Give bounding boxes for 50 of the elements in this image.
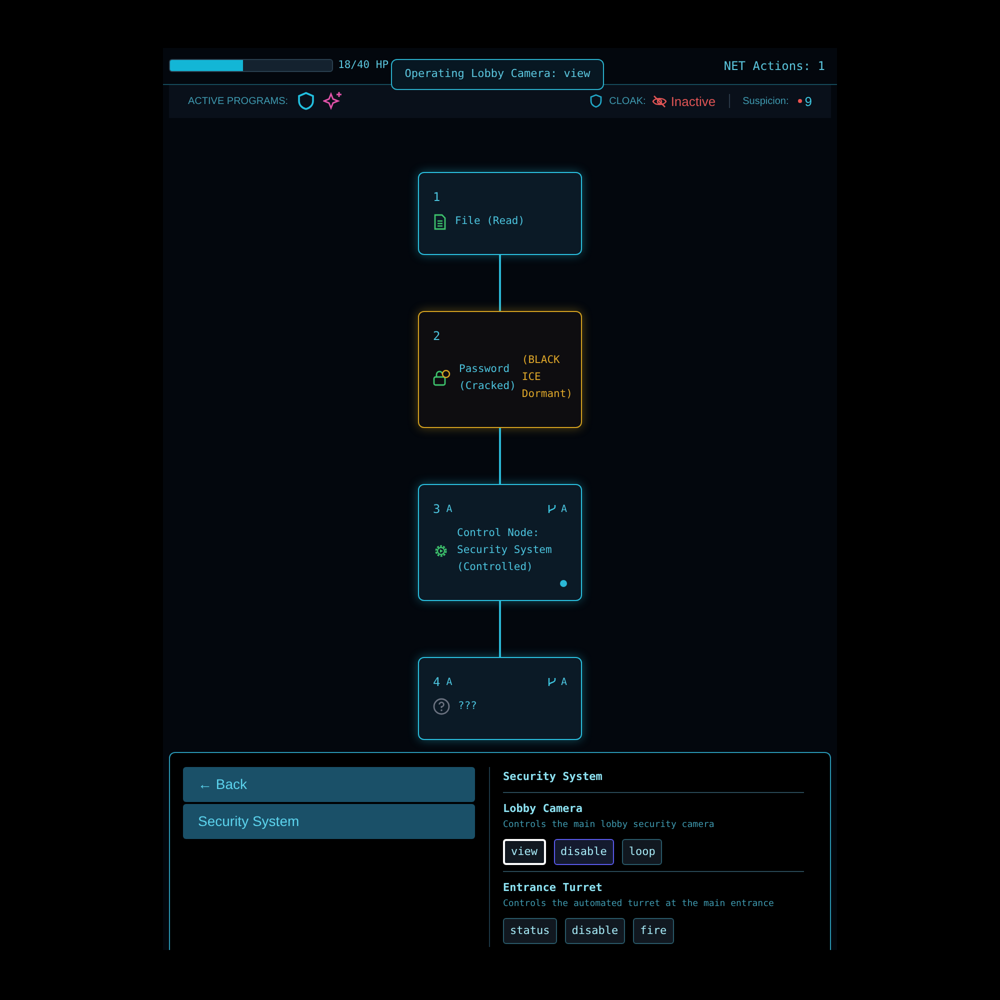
device-description: Controls the main lobby security camera: [503, 818, 716, 832]
question-icon: [433, 698, 450, 716]
menu-item[interactable]: ← Back: [183, 766, 475, 802]
net-actions: NET Actions: 1: [724, 58, 825, 75]
node-number: 1: [433, 189, 440, 206]
node-number: 3: [433, 501, 440, 518]
branch-icon: [546, 677, 557, 688]
branch-tag: A: [560, 674, 567, 690]
network-node[interactable]: 4 A A ???: [418, 657, 582, 740]
menu-item[interactable]: Security System: [183, 804, 475, 838]
branch-icon: [546, 504, 557, 514]
action-button[interactable]: view: [503, 839, 546, 865]
tooltip: Operating Lobby Camera: view: [391, 59, 604, 90]
shield-icon[interactable]: [297, 91, 316, 112]
hp-reading: 18/40 HP: [338, 58, 389, 73]
network-node[interactable]: 3 A A Control Node: Security System (Controlled): [418, 484, 582, 602]
cloak-state: Inactive: [670, 92, 716, 111]
ice-warning: (BLACK ICE Dormant): [522, 353, 572, 402]
active-programs-label: ACTIVE PROGRAMS:: [188, 94, 288, 109]
gear-icon: [433, 542, 449, 559]
device-name: Entrance Turret: [503, 880, 604, 896]
device-name: Lobby Camera: [503, 801, 584, 817]
node-label: ???: [458, 699, 477, 714]
node-label: Password (Cracked): [459, 362, 516, 394]
node-label: Control Node: Security System (Controlled): [457, 526, 552, 576]
connector-line: [499, 255, 501, 312]
action-button[interactable]: fire: [633, 918, 674, 944]
node-label: File (Read): [455, 214, 525, 230]
node-number: 4: [433, 674, 440, 692]
suspicion-label: Suspicion:: [742, 94, 789, 109]
node-tag: A: [446, 674, 452, 690]
node-number: 2: [433, 328, 440, 346]
network-node[interactable]: 1 File (Read): [418, 172, 582, 256]
branch-tag: A: [560, 502, 567, 517]
suspicion-value: 9: [804, 92, 812, 111]
shield-icon: [590, 94, 602, 108]
device-description: Controls the automated turret at the main entrance: [503, 898, 775, 910]
lock-icon: [433, 368, 451, 387]
connector-line: [499, 601, 501, 658]
panel-title: Security System: [503, 766, 804, 793]
action-button[interactable]: disable: [554, 839, 614, 865]
node-tag: A: [446, 502, 452, 517]
action-button[interactable]: loop: [622, 839, 662, 865]
eye-off-icon: [652, 94, 667, 108]
cloak-label: CLOAK:: [609, 94, 646, 109]
action-button[interactable]: status: [503, 918, 557, 944]
sparkle-icon[interactable]: [323, 91, 344, 112]
action-button[interactable]: disable: [564, 918, 626, 944]
document-icon: [433, 214, 447, 230]
connector-line: [499, 428, 501, 484]
